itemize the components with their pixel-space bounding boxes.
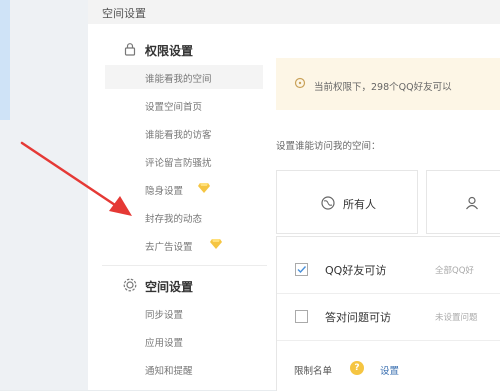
row-label: 答对问题可访 xyxy=(325,311,391,324)
notice-text: 当前权限下，298个QQ好友可以 xyxy=(314,82,452,93)
main-content: 当前权限下，298个QQ好友可以 设置谁能访问我的空间： 所有人 QQ好友可访 … xyxy=(268,24,500,391)
sidebar-item-label: 封存我的动态 xyxy=(145,214,203,225)
row-label: QQ好友可访 xyxy=(325,264,387,277)
sidebar-item-label: 去广告设置 xyxy=(145,242,193,253)
access-options-list: QQ好友可访 全部QQ好 答对问题可访 未设置问题 限制名单 ? 设置 xyxy=(276,236,500,391)
sidebar-item-stealth[interactable]: 隐身设置 xyxy=(105,177,263,201)
section-divider xyxy=(102,265,267,266)
sidebar-item-homepage[interactable]: 设置空间首页 xyxy=(105,93,263,117)
sidebar-item-who-can-view[interactable]: 谁能看我的空间 xyxy=(105,65,263,89)
sidebar-item-label: 设置空间首页 xyxy=(145,102,203,113)
settings-icon xyxy=(123,278,137,292)
sidebar-item-label: 同步设置 xyxy=(145,310,184,321)
window-titlebar[interactable]: 空间设置 xyxy=(88,0,500,25)
permission-notice: 当前权限下，298个QQ好友可以 xyxy=(276,58,500,110)
globe-icon xyxy=(321,196,335,210)
checkbox-answer-question[interactable] xyxy=(295,310,308,323)
option-friends[interactable] xyxy=(426,170,500,234)
sidebar-item-label: 隐身设置 xyxy=(145,186,184,197)
sidebar-item-sync[interactable]: 同步设置 xyxy=(105,301,263,325)
section-title: 权限设置 xyxy=(145,44,194,58)
option-label: 所有人 xyxy=(343,198,376,211)
sidebar-item-label: 谁能看我的空间 xyxy=(145,74,212,85)
sidebar-item-anti-spam[interactable]: 评论留言防骚扰 xyxy=(105,149,263,173)
sidebar-item-label: 谁能看我的访客 xyxy=(145,130,212,141)
sidebar-item-apps[interactable]: 应用设置 xyxy=(105,329,263,353)
option-everyone[interactable]: 所有人 xyxy=(276,170,418,234)
background-window xyxy=(0,0,88,390)
sidebar-item-remove-ads[interactable]: 去广告设置 xyxy=(105,233,263,257)
user-icon xyxy=(466,196,478,210)
checkbox-qq-friends[interactable] xyxy=(295,263,308,276)
sidebar-item-label: 应用设置 xyxy=(145,338,184,349)
sidebar: 权限设置 谁能看我的空间 设置空间首页 谁能看我的访客 评论留言防骚扰 隐身设置… xyxy=(88,24,268,390)
settings-window: 空间设置 权限设置 谁能看我的空间 设置空间首页 谁能看我的访客 评论留言防骚扰… xyxy=(88,0,500,391)
sidebar-item-label: 评论留言防骚扰 xyxy=(145,158,212,169)
diamond-icon xyxy=(210,239,222,249)
window-title: 空间设置 xyxy=(102,7,146,20)
lock-icon xyxy=(124,43,136,56)
help-icon[interactable]: ? xyxy=(350,361,364,375)
row-answer-question[interactable]: 答对问题可访 未设置问题 xyxy=(277,294,500,341)
access-label: 设置谁能访问我的空间： xyxy=(276,141,381,152)
checkmark-icon xyxy=(297,266,307,274)
sidebar-item-visitors[interactable]: 谁能看我的访客 xyxy=(105,121,263,145)
sidebar-item-archive[interactable]: 封存我的动态 xyxy=(105,205,263,229)
row-qq-friends[interactable]: QQ好友可访 全部QQ好 xyxy=(277,247,500,294)
background-blue-panel xyxy=(0,0,10,120)
info-icon xyxy=(294,77,306,89)
row-hint: 全部QQ好 xyxy=(435,266,474,276)
section-title: 空间设置 xyxy=(145,280,194,294)
limit-list-label: 限制名单 xyxy=(294,366,333,377)
sidebar-item-notifications[interactable]: 通知和提醒 xyxy=(105,357,263,381)
sidebar-item-label: 通知和提醒 xyxy=(145,366,193,377)
limit-settings-link[interactable]: 设置 xyxy=(380,363,399,377)
diamond-icon xyxy=(198,183,210,193)
row-hint: 未设置问题 xyxy=(435,313,478,323)
